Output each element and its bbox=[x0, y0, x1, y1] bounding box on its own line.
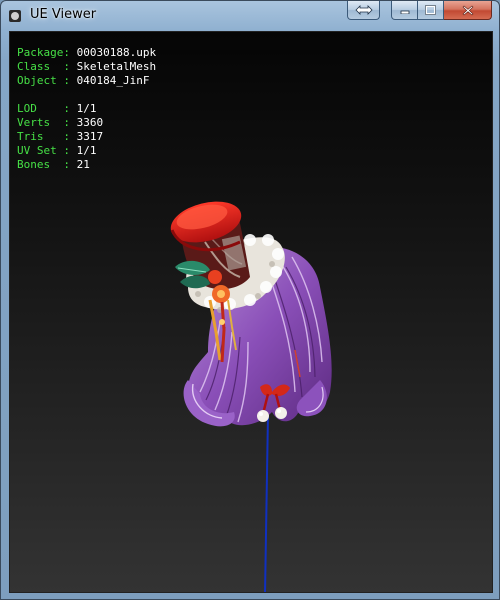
info-row-tris: Tris : 3317 bbox=[17, 130, 104, 143]
maximize-button[interactable] bbox=[418, 1, 444, 20]
info-row-bones: Bones : 21 bbox=[17, 158, 90, 171]
3d-viewport[interactable]: Package: 00030188.upk Class : SkeletalMe… bbox=[9, 31, 493, 593]
info-row-package: Package: 00030188.upk bbox=[17, 46, 157, 59]
close-button[interactable] bbox=[444, 1, 492, 20]
swap-icon bbox=[354, 5, 373, 15]
mesh-info-overlay: Package: 00030188.upk Class : SkeletalMe… bbox=[17, 46, 156, 172]
info-row-uvset: UV Set : 1/1 bbox=[17, 144, 97, 157]
swap-button[interactable] bbox=[347, 1, 380, 20]
window-title: UE Viewer bbox=[30, 7, 97, 22]
app-window: UE Viewer Package: 00030188.upk Class: … bbox=[0, 0, 500, 600]
minimize-button[interactable] bbox=[391, 1, 418, 20]
close-icon bbox=[462, 5, 473, 15]
app-icon bbox=[9, 10, 21, 22]
maximize-icon bbox=[425, 5, 436, 15]
title-bar[interactable]: UE Viewer bbox=[1, 1, 499, 31]
info-row-lod: LOD : 1/1 bbox=[17, 102, 97, 115]
minimize-icon bbox=[400, 10, 409, 14]
info-row-verts: Verts : 3360 bbox=[17, 116, 104, 129]
info-row-class: Class : SkeletalMesh bbox=[17, 60, 157, 73]
info-row-object: Object : 040184_JinF bbox=[17, 74, 150, 87]
